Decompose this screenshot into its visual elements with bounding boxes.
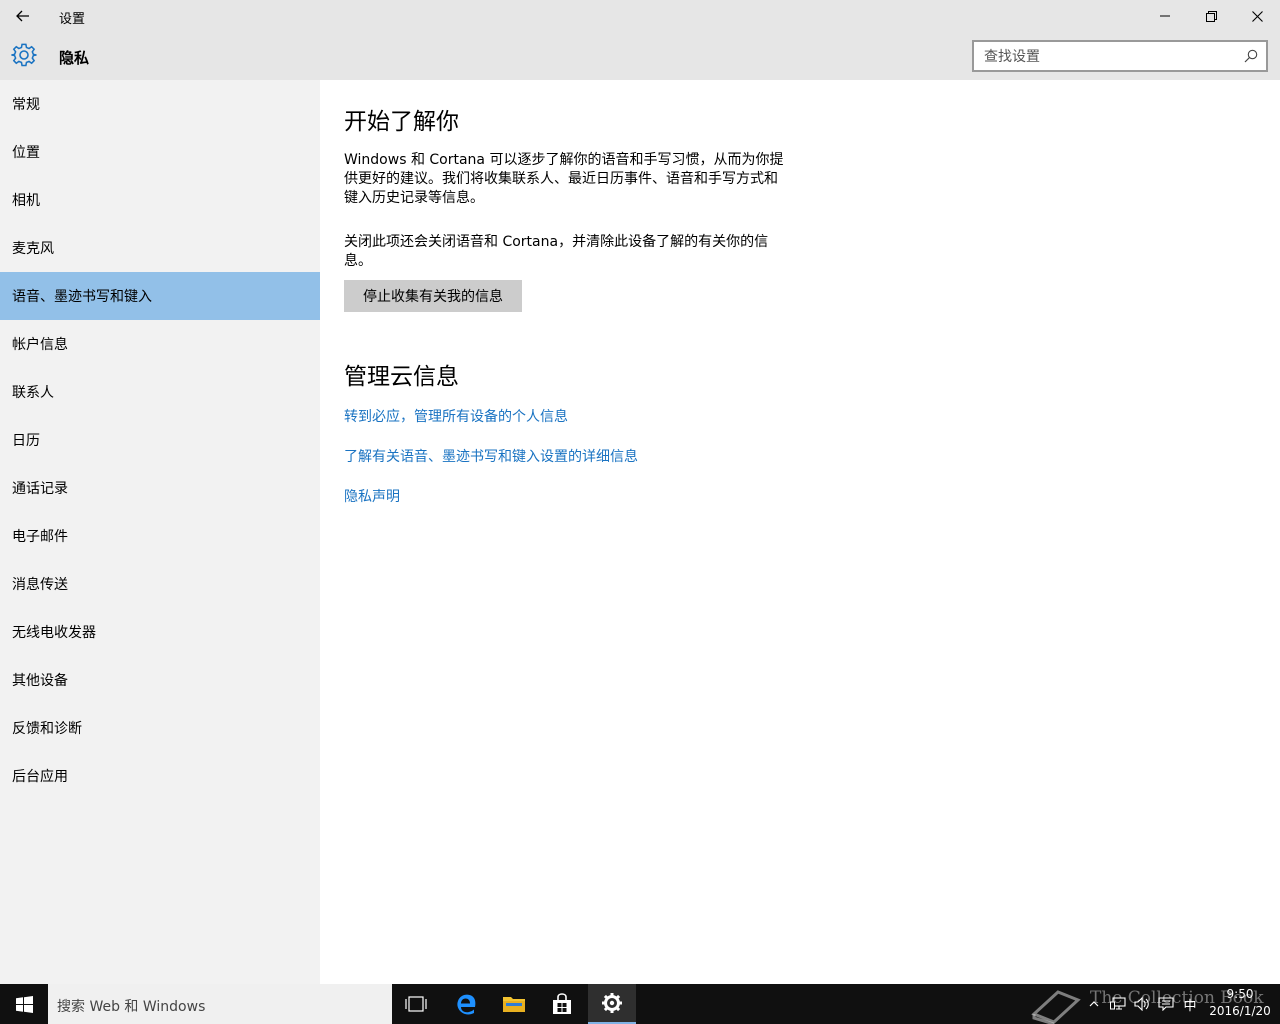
search-input[interactable] [984, 48, 1234, 66]
clock[interactable]: 9:50 2016/1/20 [1204, 986, 1276, 1022]
back-arrow-icon [16, 10, 29, 22]
network-icon [1110, 997, 1126, 1010]
windows-start-icon [15, 995, 33, 1013]
sidebar-item-radios[interactable]: 无线电收发器 [0, 608, 320, 656]
search-box[interactable] [972, 40, 1268, 72]
sidebar-item-call-history[interactable]: 通话记录 [0, 464, 320, 512]
sidebar-item-messaging[interactable]: 消息传送 [0, 560, 320, 608]
sidebar-item-contacts[interactable]: 联系人 [0, 368, 320, 416]
sidebar-item-microphone[interactable]: 麦克风 [0, 224, 320, 272]
volume-icon [1134, 997, 1149, 1011]
restore-button[interactable] [1188, 0, 1234, 32]
task-view-button[interactable] [392, 984, 440, 1024]
task-view-icon [405, 996, 427, 1012]
chevron-up-icon [1089, 1001, 1099, 1007]
edge-icon [457, 994, 476, 1015]
sidebar-item-account-info[interactable]: 帐户信息 [0, 320, 320, 368]
sidebar-item-feedback-diagnostics[interactable]: 反馈和诊断 [0, 704, 320, 752]
sidebar: 常规 位置 相机 麦克风 语音、墨迹书写和键入 帐户信息 联系人 日历 通话记录… [0, 80, 320, 984]
store-icon [553, 993, 571, 1014]
page-header: 隐私 [0, 32, 1280, 80]
sidebar-item-email[interactable]: 电子邮件 [0, 512, 320, 560]
sidebar-item-location[interactable]: 位置 [0, 128, 320, 176]
main-content: 开始了解你 Windows 和 Cortana 可以逐步了解你的语音和手写习惯，… [320, 80, 1280, 984]
store-button[interactable] [538, 984, 586, 1024]
sidebar-item-speech-inking-typing[interactable]: 语音、墨迹书写和键入 [0, 272, 320, 320]
close-button[interactable] [1234, 0, 1280, 32]
start-button[interactable] [0, 984, 48, 1024]
title-bar: 设置 [0, 0, 1280, 32]
sidebar-item-background-apps[interactable]: 后台应用 [0, 752, 320, 800]
warning-paragraph: 关闭此项还会关闭语音和 Cortana，并清除此设备了解的有关你的信息。 [344, 234, 769, 269]
sidebar-item-camera[interactable]: 相机 [0, 176, 320, 224]
taskbar-search-placeholder: 搜索 Web 和 Windows [57, 999, 206, 1015]
section-title-getting-to-know-you: 开始了解你 [344, 109, 459, 135]
sidebar-item-general[interactable]: 常规 [0, 80, 320, 128]
network-tray-button[interactable] [1106, 984, 1130, 1024]
page-title: 隐私 [59, 49, 90, 67]
taskbar-search-box[interactable]: 搜索 Web 和 Windows [48, 984, 392, 1024]
minimize-button[interactable] [1142, 0, 1188, 32]
search-icon[interactable] [1244, 49, 1258, 63]
privacy-statement-link[interactable]: 隐私声明 [344, 486, 400, 506]
stop-collecting-button[interactable]: 停止收集有关我的信息 [344, 280, 522, 312]
notifications-icon [1158, 997, 1174, 1011]
description-paragraph: Windows 和 Cortana 可以逐步了解你的语音和手写习惯，从而为你提供… [344, 152, 784, 206]
book-logo-icon [1031, 990, 1081, 1024]
file-explorer-button[interactable] [490, 984, 538, 1024]
close-icon [1251, 10, 1263, 22]
volume-tray-button[interactable] [1130, 984, 1154, 1024]
edge-button[interactable] [442, 984, 490, 1024]
window-title: 设置 [59, 12, 86, 27]
sidebar-item-calendar[interactable]: 日历 [0, 416, 320, 464]
settings-taskbar-button[interactable] [588, 984, 636, 1024]
file-explorer-icon [503, 997, 525, 1012]
ime-indicator[interactable]: 中 [1178, 984, 1202, 1024]
clock-time: 9:50 [1226, 987, 1254, 1001]
minimize-icon [1160, 15, 1170, 17]
gear-icon [11, 43, 37, 67]
sidebar-item-other-devices[interactable]: 其他设备 [0, 656, 320, 704]
section-title-manage-cloud-info: 管理云信息 [344, 364, 459, 390]
restore-icon [1205, 10, 1217, 22]
back-button[interactable] [0, 0, 46, 32]
learn-more-link[interactable]: 了解有关语音、墨迹书写和键入设置的详细信息 [344, 446, 638, 466]
action-center-button[interactable] [1154, 984, 1178, 1024]
show-hidden-icons-button[interactable] [1084, 984, 1104, 1024]
taskbar: 搜索 Web 和 Windows The Collection Book 中 9… [0, 984, 1280, 1024]
settings-icon [602, 993, 622, 1013]
bing-manage-link[interactable]: 转到必应，管理所有设备的个人信息 [344, 406, 568, 426]
clock-date: 2016/1/20 [1209, 1004, 1271, 1018]
